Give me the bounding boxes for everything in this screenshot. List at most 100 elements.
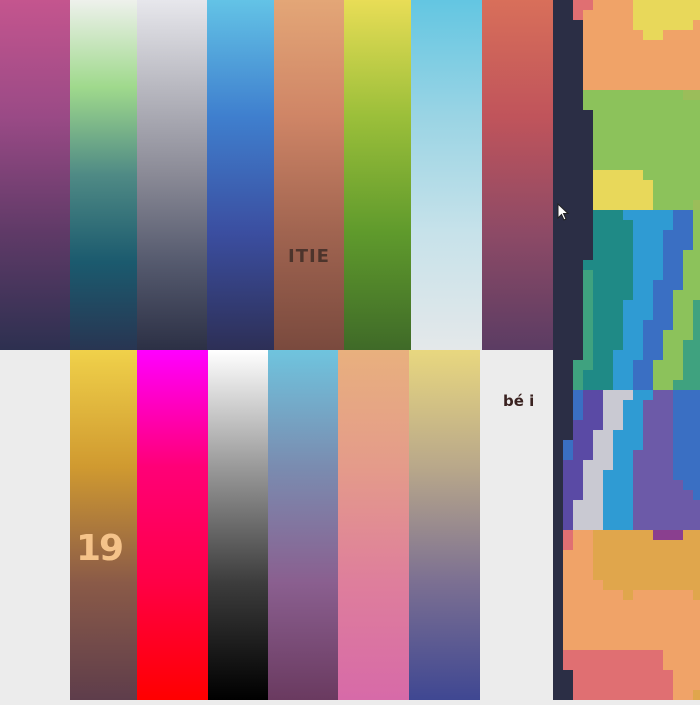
mosaic-cell: [573, 380, 583, 390]
mosaic-cell: [573, 580, 583, 590]
mosaic-cell: [573, 450, 583, 460]
mosaic-cell: [583, 140, 593, 150]
mosaic-cell: [693, 80, 700, 90]
mosaic-cell: [573, 110, 583, 120]
mosaic-cell: [693, 100, 700, 110]
mosaic-cell: [653, 380, 663, 390]
mosaic-cell: [583, 360, 593, 370]
mosaic-cell: [563, 10, 573, 20]
mosaic-cell: [553, 10, 563, 20]
mosaic-cell: [583, 200, 593, 210]
mosaic-cell: [583, 320, 593, 330]
mosaic-cell: [663, 450, 673, 460]
mosaic-cell: [673, 140, 683, 150]
mosaic-cell: [603, 630, 613, 640]
mosaic-cell: [593, 80, 603, 90]
mosaic-cell: [593, 610, 603, 620]
mosaic-cell: [563, 590, 573, 600]
mosaic-cell: [593, 490, 603, 500]
mosaic-cell: [593, 230, 603, 240]
mosaic-cell: [623, 660, 633, 670]
mosaic-cell: [663, 500, 673, 510]
mosaic-cell: [633, 330, 643, 340]
mosaic-cell: [553, 90, 563, 100]
mosaic-cell: [563, 90, 573, 100]
mosaic-cell: [693, 460, 700, 470]
mosaic-cell: [643, 150, 653, 160]
mosaic-cell: [593, 190, 603, 200]
mosaic-cell: [573, 30, 583, 40]
mosaic-cell: [573, 210, 583, 220]
mosaic-cell: [683, 630, 693, 640]
mosaic-cell: [633, 430, 643, 440]
mosaic-cell: [653, 100, 663, 110]
mosaic-cell: [693, 400, 700, 410]
mosaic-cell: [633, 290, 643, 300]
mosaic-cell: [573, 500, 583, 510]
mosaic-cell: [553, 300, 563, 310]
mosaic-cell: [613, 680, 623, 690]
mosaic-cell: [563, 460, 573, 470]
mosaic-cell: [613, 690, 623, 700]
mosaic-cell: [663, 0, 673, 10]
mosaic-cell: [623, 520, 633, 530]
mosaic-cell: [603, 550, 613, 560]
mosaic-cell: [683, 260, 693, 270]
mosaic-cell: [583, 580, 593, 590]
mosaic-cell: [643, 670, 653, 680]
mosaic-cell: [673, 200, 683, 210]
mosaic-cell: [583, 120, 593, 130]
mosaic-cell: [553, 310, 563, 320]
mosaic-cell: [673, 60, 683, 70]
mosaic-cell: [663, 20, 673, 30]
mosaic-cell: [683, 340, 693, 350]
mosaic-cell: [603, 60, 613, 70]
mosaic-cell: [633, 60, 643, 70]
mosaic-cell: [563, 320, 573, 330]
mosaic-cell: [673, 420, 683, 430]
mosaic-cell: [623, 580, 633, 590]
mosaic-cell: [673, 470, 683, 480]
mosaic-cell: [623, 280, 633, 290]
mosaic-cell: [673, 170, 683, 180]
mosaic-cell: [653, 560, 663, 570]
mosaic-cell: [603, 210, 613, 220]
mosaic-cell: [673, 480, 683, 490]
mosaic-cell: [603, 530, 613, 540]
mosaic-cell: [623, 130, 633, 140]
mosaic-cell: [683, 470, 693, 480]
mosaic-cell: [663, 340, 673, 350]
mosaic-cell: [633, 490, 643, 500]
mosaic-cell: [583, 90, 593, 100]
mosaic-cell: [653, 500, 663, 510]
mosaic-cell: [693, 140, 700, 150]
mosaic-cell: [633, 320, 643, 330]
mosaic-cell: [683, 680, 693, 690]
strip-14: [338, 350, 409, 700]
mosaic-cell: [633, 220, 643, 230]
mosaic-cell: [653, 170, 663, 180]
mosaic-cell: [693, 680, 700, 690]
mosaic-cell: [693, 560, 700, 570]
mosaic-cell: [683, 670, 693, 680]
mosaic-cell: [613, 630, 623, 640]
mosaic-cell: [603, 540, 613, 550]
mosaic-cell: [553, 150, 563, 160]
mosaic-cell: [653, 550, 663, 560]
mosaic-cell: [593, 600, 603, 610]
mosaic-cell: [643, 290, 653, 300]
mosaic-cell: [653, 480, 663, 490]
mosaic-cell: [593, 240, 603, 250]
mosaic-cell: [643, 100, 653, 110]
mosaic-cell: [583, 10, 593, 20]
mosaic-cell: [673, 460, 683, 470]
mosaic-cell: [573, 420, 583, 430]
mosaic-cell: [573, 130, 583, 140]
mosaic-cell: [663, 290, 673, 300]
mosaic-cell: [693, 440, 700, 450]
mosaic-cell: [563, 130, 573, 140]
mosaic-cell: [623, 620, 633, 630]
mosaic-cell: [583, 220, 593, 230]
mosaic-cell: [563, 280, 573, 290]
mosaic-cell: [573, 90, 583, 100]
